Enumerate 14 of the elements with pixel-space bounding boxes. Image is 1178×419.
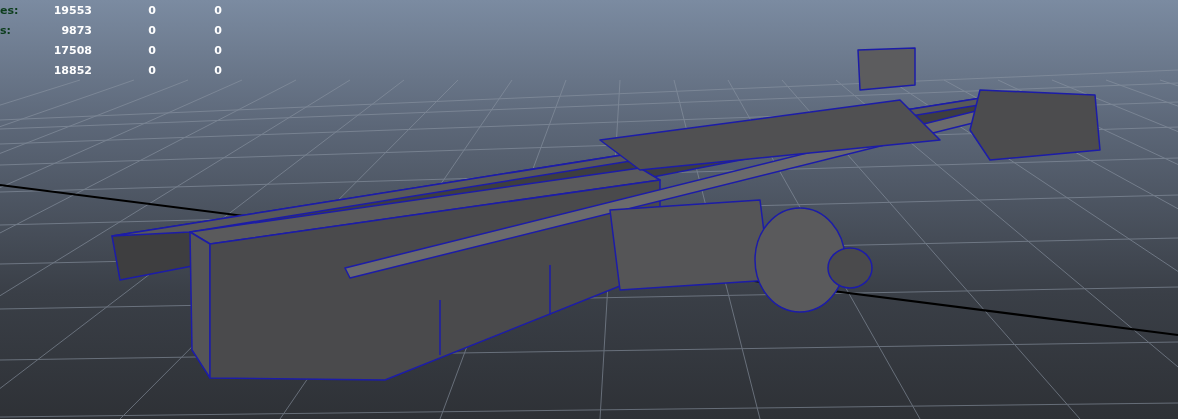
hud-value: 0	[213, 24, 222, 38]
hud-label: s:	[0, 24, 12, 38]
hud-value: 18852	[52, 64, 92, 78]
hud-value: 0	[147, 4, 156, 18]
hud-value: 0	[213, 44, 222, 58]
hud-label: es:	[0, 4, 20, 18]
hud-value: 17508	[52, 44, 92, 58]
hud-value: 0	[147, 64, 156, 78]
hud-value: 0	[213, 4, 222, 18]
hud-value: 19553	[52, 4, 92, 18]
hud-value: 0	[147, 24, 156, 38]
hud-value: 0	[213, 64, 222, 78]
hud-value: 0	[147, 44, 156, 58]
hud-value: 9873	[60, 24, 92, 38]
